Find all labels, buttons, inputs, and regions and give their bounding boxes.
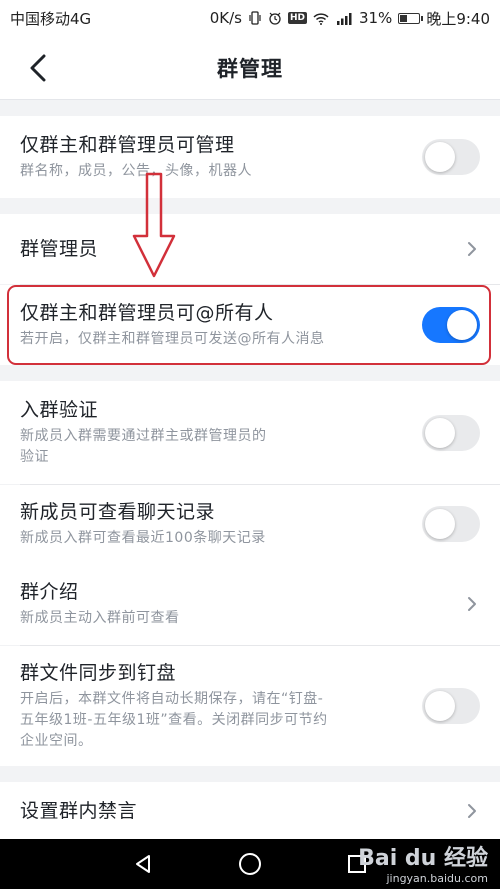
- setting-row-group-mute[interactable]: 设置群内禁言: [0, 782, 500, 839]
- chevron-right-icon: [464, 237, 480, 261]
- setting-row-group-admins[interactable]: 群管理员: [0, 214, 500, 284]
- subtitle-line: 开启后，本群文件将自动长期保存，请在“钉盘-: [20, 691, 324, 707]
- setting-title: 仅群主和群管理员可@所有人: [20, 302, 274, 324]
- chevron-left-icon: [30, 54, 46, 82]
- hd-icon: HD: [287, 12, 307, 24]
- battery-percent: 31%: [358, 9, 393, 27]
- toggle-view-history[interactable]: [422, 506, 480, 542]
- setting-subtitle: 开启后，本群文件将自动长期保存，请在“钉盘- 五年级1班-五年级1班”查看。关闭…: [20, 689, 410, 752]
- battery-icon: [398, 12, 424, 24]
- header: 群管理: [0, 36, 500, 100]
- net-speed: 0K/s: [209, 9, 242, 27]
- signal-icon: [335, 12, 353, 25]
- square-recents-icon: [347, 855, 366, 873]
- carrier-label: 中国移动4G: [10, 9, 92, 28]
- setting-subtitle: 新成员主动入群前可查看: [20, 610, 180, 626]
- setting-subtitle: 群名称，成员，公告，头像，机器人: [20, 163, 252, 179]
- toggle-join-verification[interactable]: [422, 414, 480, 451]
- setting-title: 群文件同步到钉盘: [20, 662, 177, 684]
- subtitle-line: 企业空间。: [20, 733, 93, 749]
- back-button[interactable]: [22, 52, 54, 84]
- system-nav-bar: [0, 839, 500, 889]
- subtitle-line: 新成员入群需要通过群主或群管理员的: [20, 428, 267, 444]
- setting-subtitle: 若开启，仅群主和群管理员可发送@所有人消息: [20, 331, 325, 347]
- nav-home-button[interactable]: [230, 844, 270, 884]
- toggle-sync-drive[interactable]: [422, 688, 480, 724]
- status-bar: 中国移动4G 0K/s HD 31% 晚上9:40: [0, 0, 500, 36]
- nav-recents-button[interactable]: [337, 844, 377, 884]
- setting-title: 仅群主和群管理员可管理: [20, 134, 235, 156]
- setting-row-view-history: 新成员可查看聊天记录 新成员入群可查看最近100条聊天记录: [0, 485, 500, 563]
- setting-row-sync-drive: 群文件同步到钉盘 开启后，本群文件将自动长期保存，请在“钉盘- 五年级1班-五年…: [0, 646, 500, 766]
- clock: 晚上9:40: [426, 9, 490, 28]
- page-title: 群管理: [217, 56, 283, 81]
- setting-title: 群管理员: [20, 238, 99, 260]
- setting-subtitle: 新成员入群需要通过群主或群管理员的 验证: [20, 426, 410, 468]
- nav-back-button[interactable]: [123, 844, 163, 884]
- alarm-icon: [268, 11, 282, 25]
- setting-subtitle: 新成员入群可查看最近100条聊天记录: [20, 530, 266, 546]
- vibrate-icon: [248, 11, 262, 25]
- subtitle-line: 五年级1班-五年级1班”查看。关闭群同步可节约: [20, 712, 328, 728]
- toggle-at-all[interactable]: [422, 307, 480, 343]
- setting-row-join-verification: 入群验证 新成员入群需要通过群主或群管理员的 验证: [0, 381, 500, 484]
- setting-title: 入群验证: [20, 399, 99, 421]
- chevron-right-icon: [464, 592, 480, 616]
- toggle-admin-only-manage[interactable]: [422, 139, 480, 175]
- triangle-back-icon: [136, 855, 151, 873]
- setting-row-group-intro[interactable]: 群介绍 新成员主动入群前可查看: [0, 563, 500, 645]
- chevron-right-icon: [464, 799, 480, 823]
- circle-home-icon: [238, 853, 261, 875]
- setting-row-at-all: 仅群主和群管理员可@所有人 若开启，仅群主和群管理员可发送@所有人消息: [0, 285, 500, 365]
- setting-title: 新成员可查看聊天记录: [20, 501, 216, 523]
- setting-title: 设置群内禁言: [20, 799, 138, 822]
- setting-title: 群介绍: [20, 581, 79, 603]
- wifi-icon: [313, 12, 329, 25]
- setting-row-admin-only-manage: 仅群主和群管理员可管理 群名称，成员，公告，头像，机器人: [0, 116, 500, 198]
- subtitle-line: 验证: [20, 449, 49, 465]
